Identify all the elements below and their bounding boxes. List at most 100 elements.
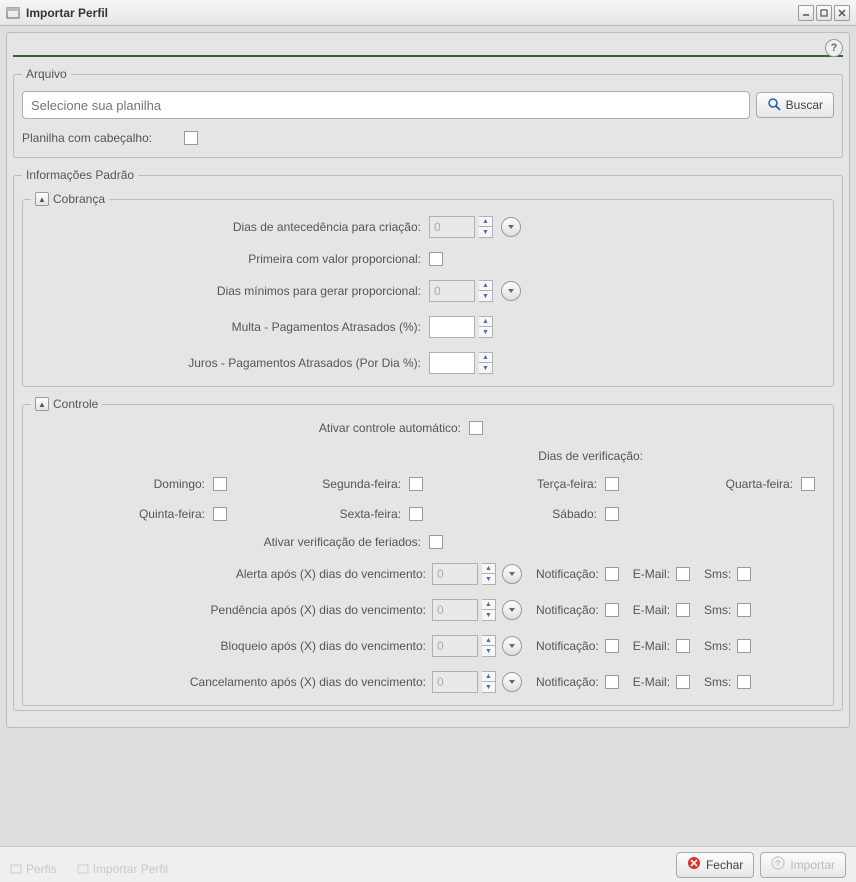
spin-up-icon[interactable]: ▲: [479, 353, 492, 363]
primeira-proporcional-checkbox[interactable]: [429, 252, 443, 266]
sms-label: Sms:: [704, 603, 731, 617]
day-quarta-checkbox[interactable]: [801, 477, 815, 491]
spin-down-icon[interactable]: ▼: [479, 291, 492, 301]
alerta-input[interactable]: [432, 563, 478, 585]
day-sexta-checkbox[interactable]: [409, 507, 423, 521]
bloqueio-sms-checkbox[interactable]: [737, 639, 751, 653]
day-terca-checkbox[interactable]: [605, 477, 619, 491]
cancelamento-sms-checkbox[interactable]: [737, 675, 751, 689]
dropdown-icon[interactable]: [501, 281, 521, 301]
cobranca-legend: Cobrança: [53, 192, 105, 206]
help-icon[interactable]: ?: [825, 39, 843, 57]
dias-minimos-input[interactable]: [429, 280, 475, 302]
spin-down-icon[interactable]: ▼: [482, 610, 495, 620]
window-title: Importar Perfil: [26, 6, 798, 20]
sms-label: Sms:: [704, 675, 731, 689]
tab-importar: Importar Perfil: [77, 862, 168, 876]
spin-up-icon[interactable]: ▲: [482, 672, 495, 682]
email-label: E-Mail:: [633, 675, 670, 689]
spin-up-icon[interactable]: ▲: [482, 600, 495, 610]
cancelamento-notificacao-checkbox[interactable]: [605, 675, 619, 689]
dias-verificacao-label: Dias de verificação:: [213, 449, 643, 463]
juros-input[interactable]: [429, 352, 475, 374]
day-quinta-checkbox[interactable]: [213, 507, 227, 521]
ativar-feriados-checkbox[interactable]: [429, 535, 443, 549]
pendencia-email-checkbox[interactable]: [676, 603, 690, 617]
cancelamento-email-checkbox[interactable]: [676, 675, 690, 689]
spin-up-icon[interactable]: ▲: [479, 281, 492, 291]
alerta-sms-checkbox[interactable]: [737, 567, 751, 581]
day-label: Sábado:: [552, 507, 597, 521]
day-sabado-checkbox[interactable]: [605, 507, 619, 521]
dias-antecedencia-input[interactable]: [429, 216, 475, 238]
spin-down-icon[interactable]: ▼: [482, 646, 495, 656]
alerta-label: Alerta após (X) dias do vencimento:: [31, 567, 426, 581]
cobranca-collapse-button[interactable]: ▲: [35, 192, 49, 206]
file-input[interactable]: [22, 91, 750, 119]
day-label: Terça-feira:: [537, 477, 597, 491]
multa-input[interactable]: [429, 316, 475, 338]
planilha-checkbox[interactable]: [184, 131, 198, 145]
pendencia-notificacao-checkbox[interactable]: [605, 603, 619, 617]
spin-down-icon[interactable]: ▼: [482, 682, 495, 692]
bloqueio-email-checkbox[interactable]: [676, 639, 690, 653]
day-segunda-checkbox[interactable]: [409, 477, 423, 491]
window-icon: [6, 6, 20, 20]
alerta-notificacao-checkbox[interactable]: [605, 567, 619, 581]
email-label: E-Mail:: [633, 639, 670, 653]
spin-down-icon[interactable]: ▼: [482, 574, 495, 584]
email-label: E-Mail:: [633, 603, 670, 617]
day-label: Quinta-feira:: [139, 507, 205, 521]
notificacao-label: Notificação:: [536, 639, 599, 653]
titlebar: Importar Perfil: [0, 0, 856, 26]
notificacao-label: Notificação:: [536, 603, 599, 617]
ativar-auto-label: Ativar controle automático:: [31, 421, 461, 435]
dropdown-icon[interactable]: [502, 636, 522, 656]
dropdown-icon[interactable]: [501, 217, 521, 237]
spin-up-icon[interactable]: ▲: [482, 564, 495, 574]
minimize-button[interactable]: [798, 5, 814, 21]
notificacao-label: Notificação:: [536, 567, 599, 581]
alerta-email-checkbox[interactable]: [676, 567, 690, 581]
sms-label: Sms:: [704, 567, 731, 581]
spin-down-icon[interactable]: ▼: [479, 363, 492, 373]
importar-button[interactable]: Importar: [760, 852, 846, 878]
arquivo-group: Arquivo Buscar Planilha com cabeçalho:: [13, 67, 843, 158]
day-label: Quarta-feira:: [726, 477, 793, 491]
maximize-button[interactable]: [816, 5, 832, 21]
bloqueio-input[interactable]: [432, 635, 478, 657]
sms-label: Sms:: [704, 639, 731, 653]
tab-perfis: Perfis: [10, 862, 57, 876]
day-domingo-checkbox[interactable]: [213, 477, 227, 491]
controle-collapse-button[interactable]: ▲: [35, 397, 49, 411]
email-label: E-Mail:: [633, 567, 670, 581]
day-label: Segunda-feira:: [322, 477, 401, 491]
main-panel: ? Arquivo Buscar Planilha com cabeçalho:: [6, 32, 850, 728]
footer: Perfis Importar Perfil Fechar Importar: [0, 846, 856, 882]
spin-down-icon[interactable]: ▼: [479, 227, 492, 237]
fechar-button[interactable]: Fechar: [676, 852, 754, 878]
dias-minimos-label: Dias mínimos para gerar proporcional:: [31, 284, 421, 298]
controle-group: ▲ Controle Ativar controle automático: D…: [22, 397, 834, 706]
spin-up-icon[interactable]: ▲: [479, 317, 492, 327]
upload-icon: [771, 856, 785, 873]
close-button[interactable]: [834, 5, 850, 21]
dropdown-icon[interactable]: [502, 600, 522, 620]
dropdown-icon[interactable]: [502, 564, 522, 584]
day-label: Sexta-feira:: [340, 507, 401, 521]
spin-up-icon[interactable]: ▲: [479, 217, 492, 227]
pendencia-input[interactable]: [432, 599, 478, 621]
spin-up-icon[interactable]: ▲: [482, 636, 495, 646]
spin-down-icon[interactable]: ▼: [479, 327, 492, 337]
cancelamento-label: Cancelamento após (X) dias do vencimento…: [31, 675, 426, 689]
ativar-auto-checkbox[interactable]: [469, 421, 483, 435]
pendencia-sms-checkbox[interactable]: [737, 603, 751, 617]
days-grid: Domingo: Segunda-feira: Terça-feira: Qua…: [31, 477, 825, 535]
info-group: Informações Padrão ▲ Cobrança Dias de an…: [13, 168, 843, 711]
divider: [13, 55, 843, 57]
buscar-button[interactable]: Buscar: [756, 92, 834, 118]
cancelamento-input[interactable]: [432, 671, 478, 693]
dropdown-icon[interactable]: [502, 672, 522, 692]
bloqueio-notificacao-checkbox[interactable]: [605, 639, 619, 653]
bloqueio-label: Bloqueio após (X) dias do vencimento:: [31, 639, 426, 653]
